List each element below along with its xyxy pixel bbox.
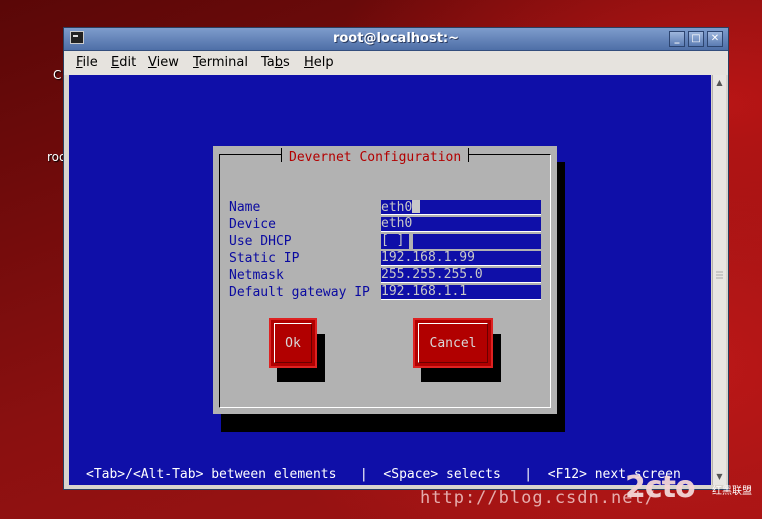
- menu-file-label: ile: [82, 55, 98, 70]
- menu-tabs-mnemonic: b: [274, 55, 284, 70]
- watermark-logo: 2cto: [625, 470, 696, 505]
- terminal-help-line: <Tab>/<Alt-Tab> between elements | <Spac…: [86, 467, 681, 482]
- netmask-label: Netmask: [229, 268, 284, 283]
- scroll-grip-icon: [716, 271, 723, 279]
- network-config-dialog: Devernet Configuration Name eth0 Device …: [213, 146, 557, 414]
- window-title: root@localhost:~: [332, 31, 460, 46]
- device-field[interactable]: eth0: [381, 217, 541, 232]
- menubar: File Edit View Terminal Tabs Help: [64, 51, 728, 75]
- desktop-icon-label-1[interactable]: C: [53, 68, 61, 82]
- static-ip-field[interactable]: 192.168.1.99: [381, 251, 541, 266]
- cancel-button[interactable]: Cancel: [413, 318, 493, 368]
- maximize-icon[interactable]: □: [688, 31, 704, 47]
- terminal-window: root@localhost:~ _ □ ✕ File Edit View Te…: [63, 27, 729, 490]
- gateway-field[interactable]: 192.168.1.1: [381, 285, 541, 300]
- cancel-button-label: Cancel: [418, 323, 488, 363]
- minimize-icon[interactable]: _: [669, 31, 685, 47]
- menu-view-label: iew: [156, 55, 179, 70]
- menu-tabs-label: s: [283, 55, 290, 70]
- terminal-screen[interactable]: Devernet Configuration Name eth0 Device …: [69, 75, 711, 485]
- menu-view-mnemonic: V: [148, 55, 157, 70]
- ok-button-label: Ok: [274, 323, 312, 363]
- text-cursor: [412, 200, 421, 213]
- dialog-title-box: Devernet Configuration: [281, 146, 470, 165]
- terminal-scrollbar[interactable]: ▲ ▼: [712, 75, 726, 485]
- window-titlebar[interactable]: root@localhost:~ _ □ ✕: [64, 28, 728, 51]
- dialog-title: Devernet Configuration: [289, 150, 462, 165]
- menu-edit-mnemonic: E: [111, 55, 120, 70]
- use-dhcp-checkbox[interactable]: [ ]: [381, 234, 409, 249]
- menu-edit-label: dit: [119, 55, 137, 70]
- device-label: Device: [229, 217, 276, 232]
- ok-button[interactable]: Ok: [269, 318, 317, 368]
- menu-help-label: elp: [313, 55, 334, 70]
- gateway-label: Default gateway IP: [229, 285, 370, 300]
- name-field[interactable]: eth0: [381, 200, 541, 215]
- static-ip-label: Static IP: [229, 251, 300, 266]
- menu-terminal[interactable]: Terminal: [193, 55, 248, 70]
- scroll-up-arrow-icon[interactable]: ▲: [713, 77, 726, 89]
- watermark-url: http://blog.csdn.net/: [420, 488, 656, 508]
- use-dhcp-label: Use DHCP: [229, 234, 292, 249]
- menu-tabs[interactable]: Tabs: [261, 55, 290, 70]
- menu-file[interactable]: File: [76, 55, 98, 70]
- name-field-value: eth0: [381, 200, 413, 215]
- name-label: Name: [229, 200, 261, 215]
- menu-help-mnemonic: H: [304, 55, 314, 70]
- dhcp-field-background: [413, 234, 541, 249]
- menu-edit[interactable]: Edit: [111, 55, 136, 70]
- menu-terminal-label: erminal: [198, 55, 248, 70]
- close-icon[interactable]: ✕: [707, 31, 723, 47]
- menu-view[interactable]: View: [148, 55, 179, 70]
- watermark-small-text: 红黑联盟: [712, 486, 752, 497]
- netmask-field[interactable]: 255.255.255.0: [381, 268, 541, 283]
- menu-help[interactable]: Help: [304, 55, 334, 70]
- scroll-thumb[interactable]: [716, 265, 723, 285]
- menu-tabs-pre: Ta: [261, 55, 275, 70]
